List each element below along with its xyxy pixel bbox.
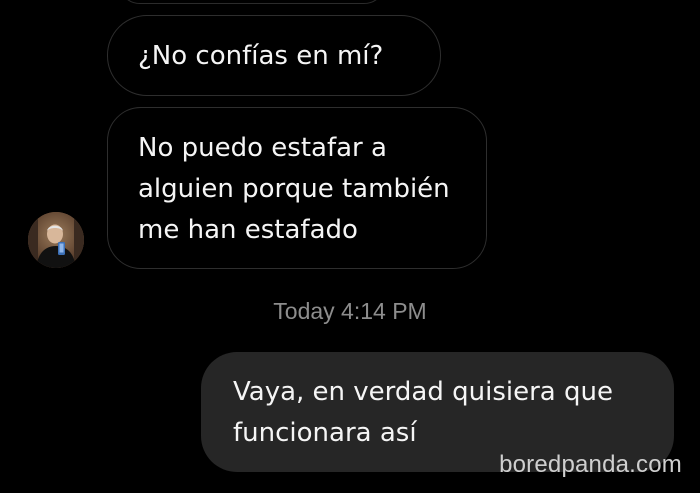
message-text-line: funcionara así [233, 418, 417, 448]
message-text-line: No puedo estafar a [138, 133, 387, 163]
message-timestamp: Today 4:14 PM [273, 298, 427, 324]
message-text-line: me han estafado [138, 215, 358, 245]
profile-photo-icon [28, 212, 84, 268]
message-text: ¿No confías en mí? [138, 41, 384, 71]
previous-message-bubble [118, 0, 386, 4]
avatar[interactable] [28, 212, 84, 268]
incoming-message-bubble[interactable]: ¿No confías en mí? [107, 15, 441, 96]
message-text-line: Vaya, en verdad quisiera que [233, 377, 613, 407]
message-text-line: alguien porque también [138, 174, 450, 204]
watermark: boredpanda.com [499, 451, 682, 478]
incoming-message-bubble[interactable]: No puedo estafar a alguien porque tambié… [107, 107, 487, 269]
